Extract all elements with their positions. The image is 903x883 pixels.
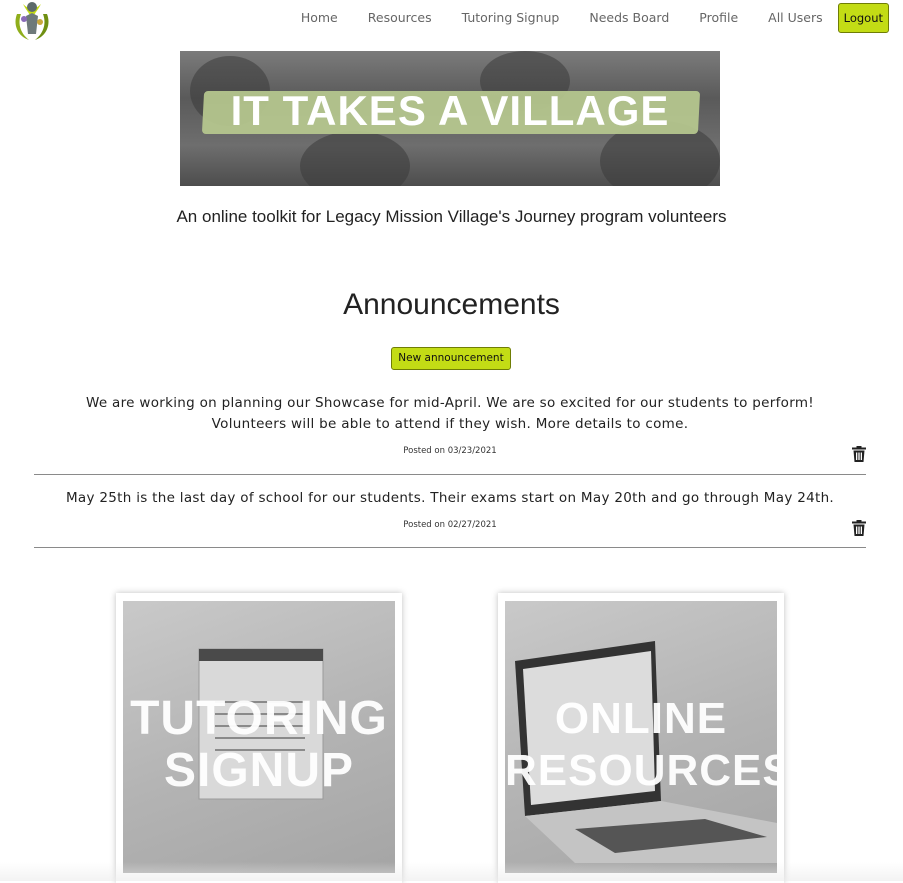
nav-links: Home Resources Tutoring Signup Needs Boa… [271, 3, 889, 33]
tutoring-signup-card[interactable]: TUTORING SIGNUP [116, 593, 402, 883]
card-title-line: ONLINE [554, 694, 728, 743]
announcement-date: Posted on 03/23/2021 [403, 446, 497, 456]
nav-home[interactable]: Home [301, 3, 338, 33]
nav-needs-board[interactable]: Needs Board [589, 3, 669, 33]
announcement-item: May 25th is the last day of school for o… [34, 488, 866, 548]
hero-banner: IT TAKES A VILLAGE [180, 51, 720, 186]
announcement-text: May 25th is the last day of school for o… [34, 488, 866, 509]
laptop-photo: ONLINE RESOURCES [505, 601, 777, 873]
announcement-text-line: May 25th is the last day of school for o… [65, 490, 835, 506]
trash-icon[interactable] [852, 520, 866, 536]
logout-button[interactable]: Logout [837, 3, 889, 33]
trash-icon[interactable] [852, 446, 866, 462]
hero-banner-text: IT TAKES A VILLAGE [230, 87, 670, 134]
announcements-title: Announcements [343, 288, 560, 321]
new-announcement-button[interactable]: New announcement [391, 347, 511, 370]
divider [34, 547, 866, 548]
tagline: An online toolkit for Legacy Mission Vil… [176, 207, 727, 226]
card-title-line: RESOURCES [505, 746, 777, 795]
announcement-date: Posted on 02/27/2021 [403, 520, 497, 530]
card-title-line: SIGNUP [163, 744, 355, 797]
calendar-photo: TUTORING SIGNUP [123, 601, 395, 873]
card-title-line: TUTORING [130, 692, 388, 745]
nav-profile[interactable]: Profile [699, 3, 738, 33]
nav-resources[interactable]: Resources [368, 3, 432, 33]
announcement-text: We are working on planning our Showcase … [34, 393, 866, 435]
announcement-text-line: We are working on planning our Showcase … [85, 395, 815, 411]
village-logo-icon[interactable] [9, 0, 55, 42]
nav-all-users[interactable]: All Users [768, 3, 822, 33]
bottom-fade [0, 862, 903, 881]
photo-shape [300, 131, 410, 186]
top-navbar: Home Resources Tutoring Signup Needs Boa… [0, 0, 903, 40]
nav-tutoring-signup[interactable]: Tutoring Signup [462, 3, 560, 33]
online-resources-card[interactable]: ONLINE RESOURCES [498, 593, 784, 883]
announcement-text-line: Volunteers will be able to attend if the… [211, 416, 689, 432]
announcement-item: We are working on planning our Showcase … [34, 393, 866, 475]
divider [34, 474, 866, 475]
